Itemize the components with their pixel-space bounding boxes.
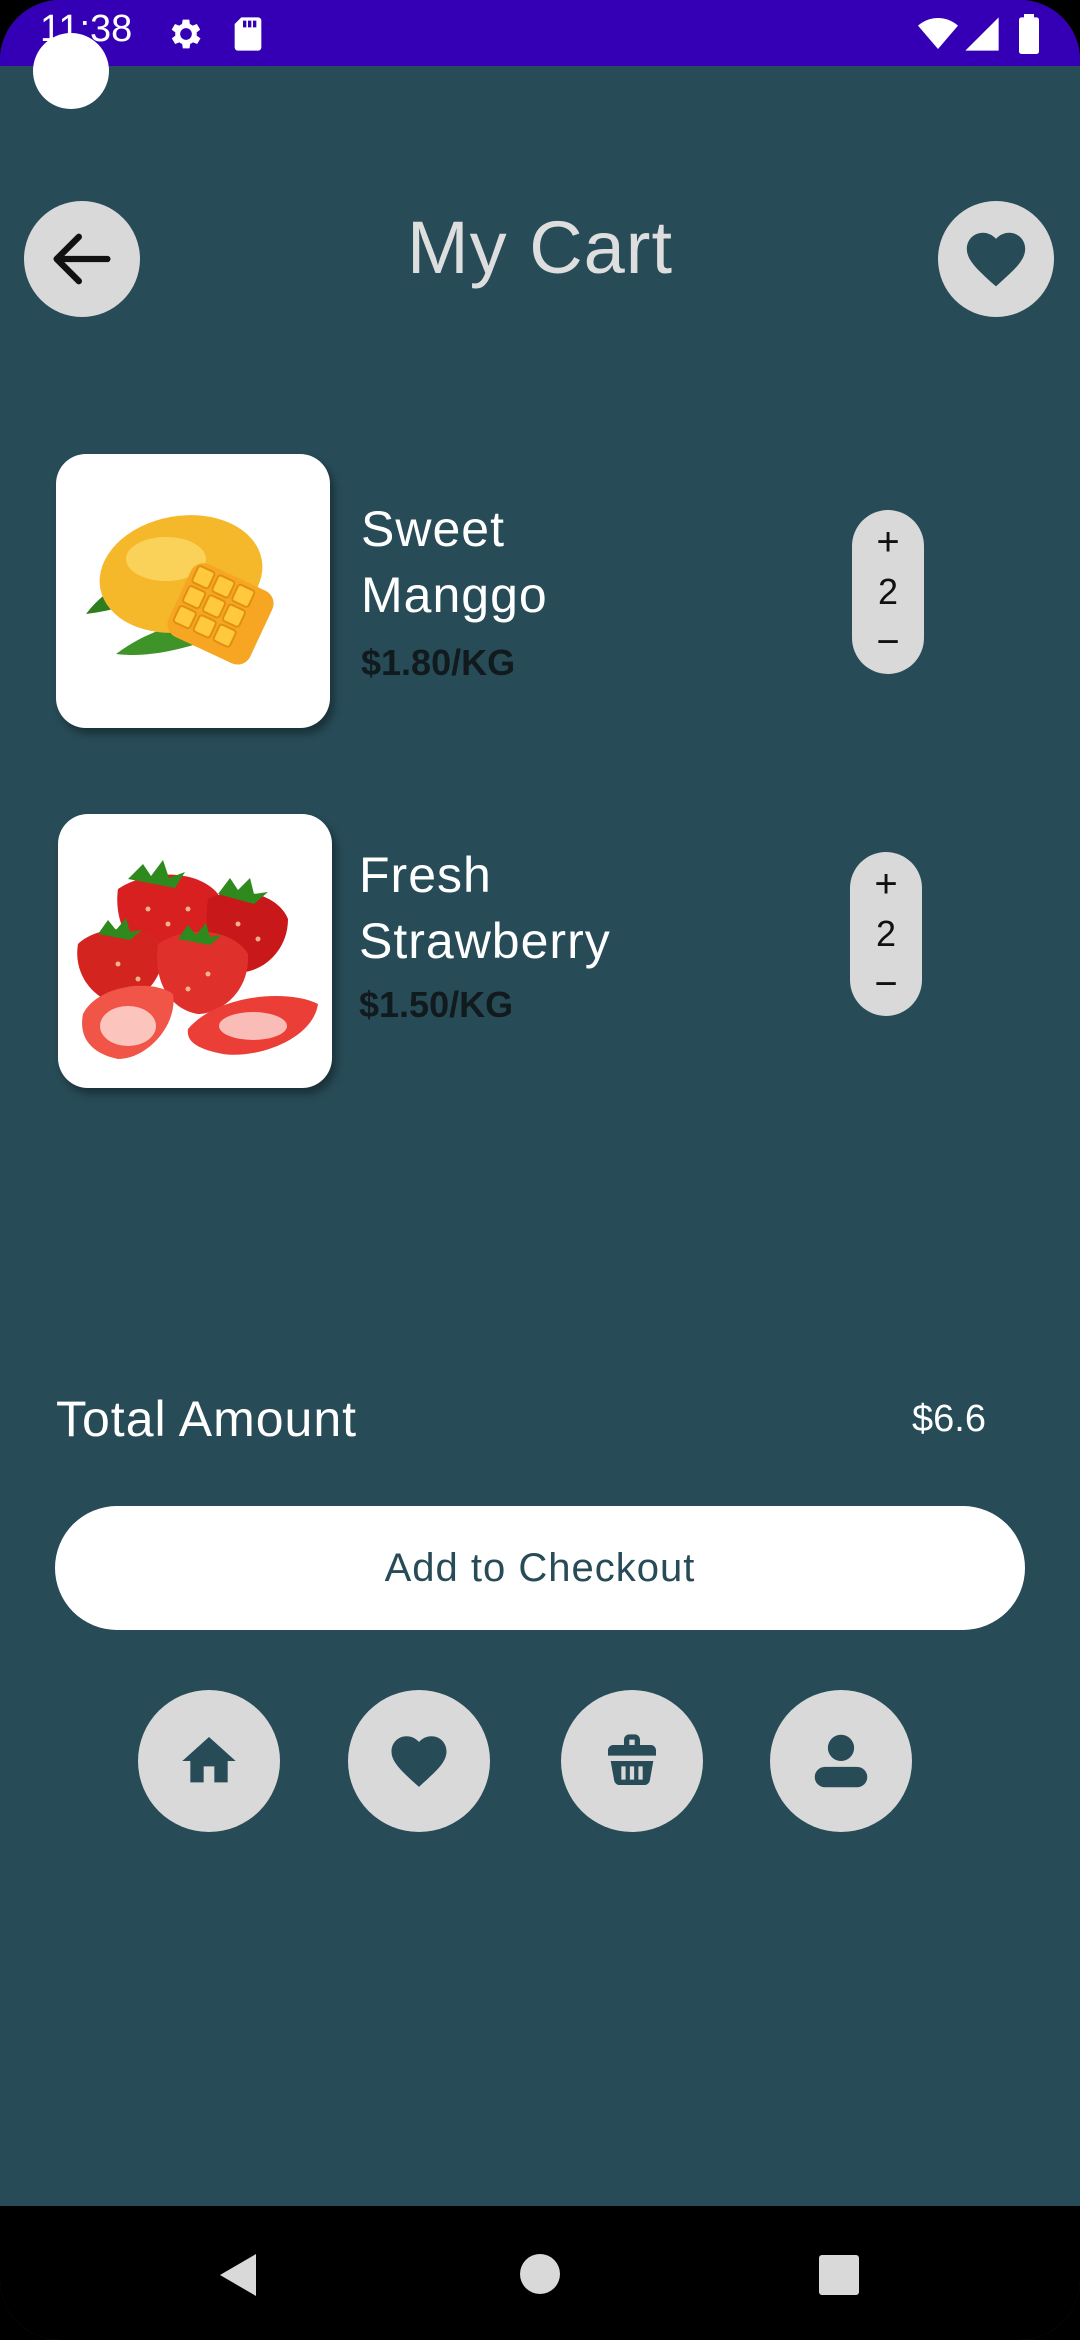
battery-icon <box>1019 14 1039 54</box>
increment-button[interactable]: + <box>874 864 897 904</box>
product-price-strawberry: $1.50/KG <box>359 984 514 1025</box>
product-price-mango: $1.80/KG <box>361 642 516 683</box>
user-icon <box>814 1734 868 1788</box>
add-to-checkout-button[interactable]: Add to Checkout <box>55 1506 1025 1630</box>
quantity-stepper-mango: + 2 − <box>852 510 924 674</box>
system-navigation-bar <box>0 2206 1080 2340</box>
total-amount-value: $6.6 <box>912 1398 986 1440</box>
sd-card-icon <box>234 17 262 51</box>
product-name-line1: Fresh <box>359 847 492 903</box>
home-icon <box>182 1737 236 1783</box>
quantity-stepper-strawberry: + 2 − <box>850 852 922 1016</box>
cart-screen: 11:38 My Cart Sweet Manggo $1.80/KG + 2 … <box>0 0 1080 2340</box>
back-triangle-icon[interactable] <box>216 2252 260 2298</box>
page-title: My Cart <box>407 206 673 289</box>
decrement-button[interactable]: − <box>874 964 897 1004</box>
status-bar: 11:38 <box>0 0 1080 66</box>
favorites-button[interactable] <box>938 201 1054 317</box>
product-name-strawberry: Fresh Strawberry <box>359 842 611 974</box>
nav-profile-button[interactable] <box>770 1690 912 1832</box>
quantity-value: 2 <box>875 913 897 954</box>
product-name-line2: Strawberry <box>359 913 611 969</box>
nav-basket-button[interactable] <box>561 1690 703 1832</box>
gear-icon <box>171 19 201 49</box>
camera-cutout <box>33 33 109 109</box>
recents-square-icon[interactable] <box>818 2254 860 2296</box>
nav-home-button[interactable] <box>138 1690 280 1832</box>
strawberry-image <box>58 814 332 1088</box>
wifi-icon <box>918 18 958 49</box>
basket-icon <box>608 1734 656 1785</box>
heart-icon <box>391 1736 447 1787</box>
nav-favorites-button[interactable] <box>348 1690 490 1832</box>
signal-icon <box>965 17 999 51</box>
increment-button[interactable]: + <box>876 522 899 562</box>
mango-image <box>56 454 330 728</box>
product-name-line1: Sweet <box>361 501 505 557</box>
heart-icon <box>966 232 1026 287</box>
product-name-mango: Sweet Manggo <box>361 496 548 628</box>
total-amount-label: Total Amount <box>56 1391 358 1447</box>
home-circle-icon[interactable] <box>519 2253 561 2295</box>
decrement-button[interactable]: − <box>876 622 899 662</box>
quantity-value: 2 <box>877 571 899 612</box>
product-name-line2: Manggo <box>361 567 548 623</box>
